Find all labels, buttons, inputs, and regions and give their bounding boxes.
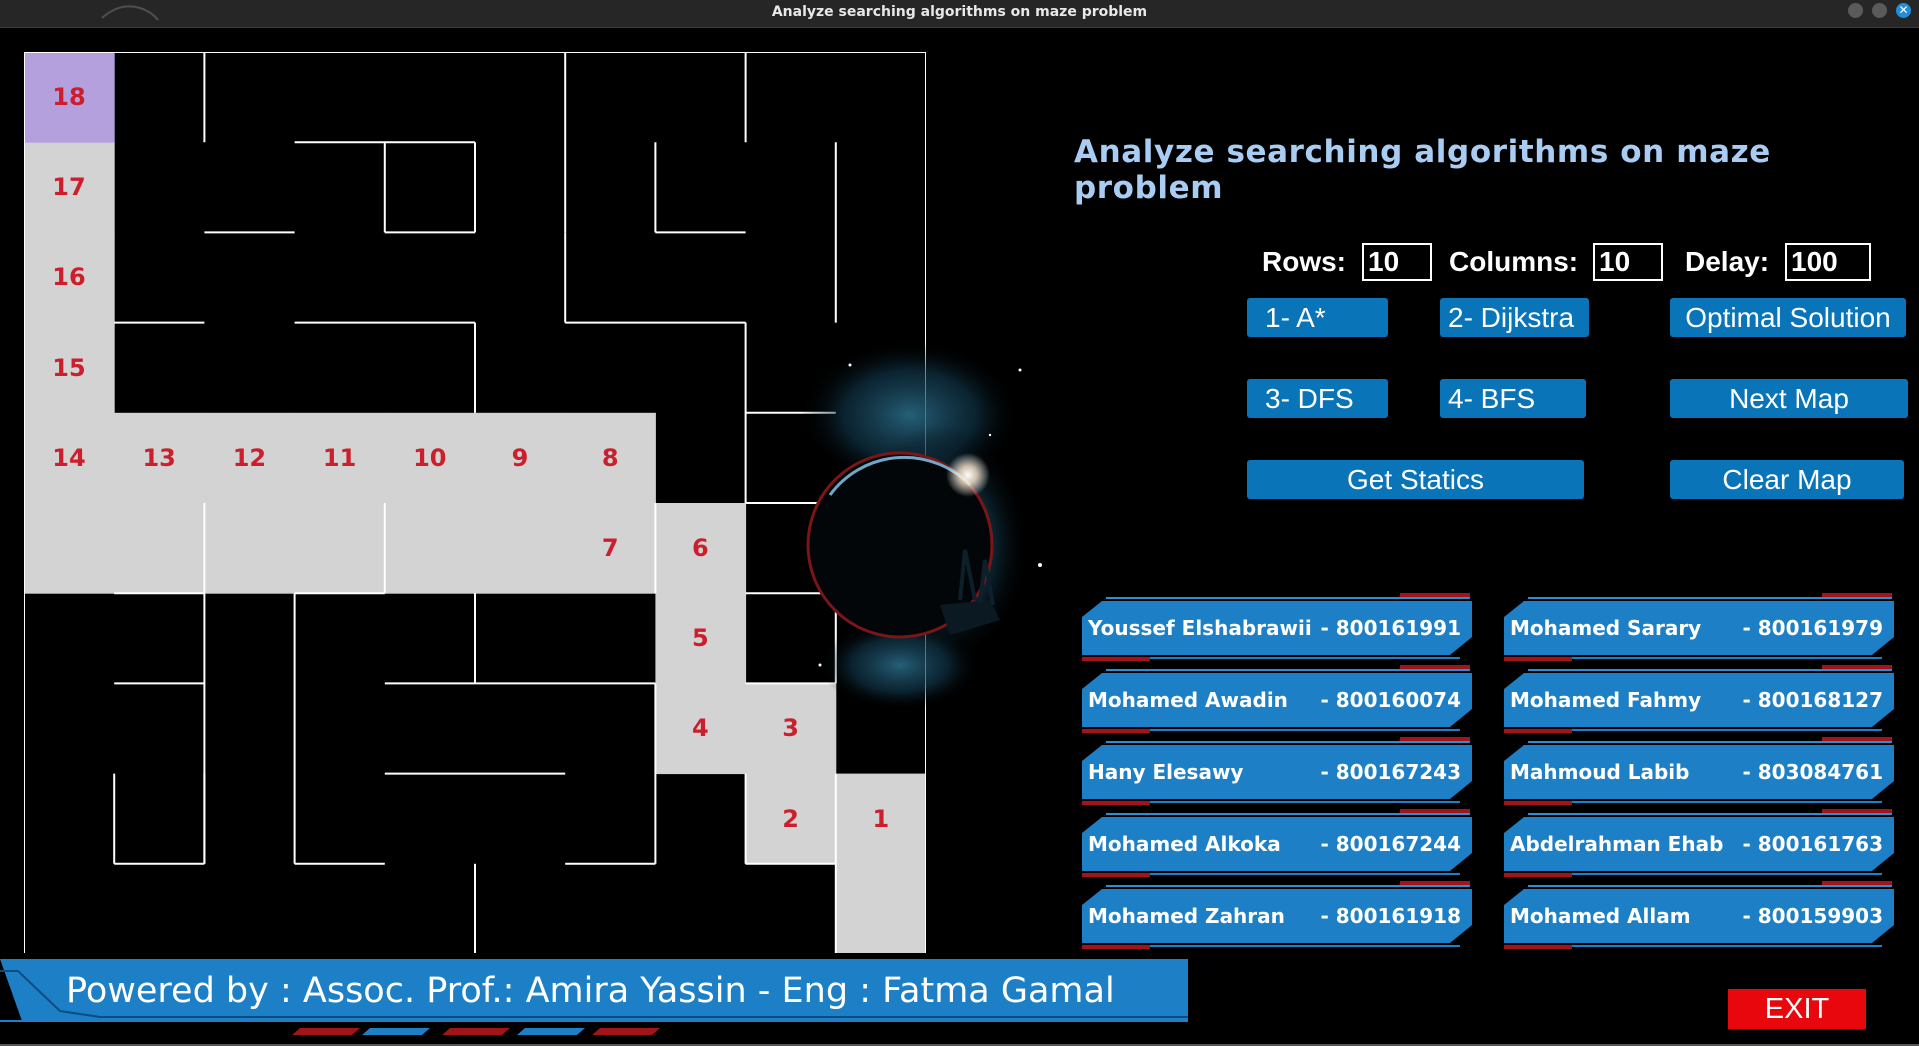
member-name: Mohamed Sarary [1510, 616, 1702, 640]
team-member-badge: Mohamed Allam - 800159903 [1502, 881, 1897, 949]
team-member-badge: Mohamed Sarary - 800161979 [1502, 593, 1897, 661]
member-name: Mohamed Awadin [1088, 688, 1288, 712]
delay-label: Delay: [1685, 246, 1770, 277]
rows-input[interactable] [1362, 243, 1432, 281]
path-step-label: 5 [692, 624, 709, 653]
member-name: Hany Elesawy [1088, 760, 1244, 784]
member-id: - 800168127 [1742, 688, 1883, 712]
path-step-label: 11 [322, 443, 357, 472]
member-id: - 800167244 [1320, 832, 1461, 856]
visited-cell [835, 863, 926, 953]
member-name: Mahmoud Labib [1510, 760, 1690, 784]
app-heading: Analyze searching algorithms on maze pro… [1074, 134, 1771, 206]
member-id: - 800161918 [1320, 904, 1461, 928]
window-titlebar: Analyze searching algorithms on maze pro… [0, 0, 1919, 28]
columns-input[interactable] [1593, 243, 1663, 281]
team-member-badge: Mohamed Alkoka - 800167244 [1080, 809, 1475, 877]
path-step-label: 12 [232, 443, 267, 472]
astar-button[interactable]: 1- A* [1247, 298, 1388, 337]
member-id: - 800167243 [1320, 760, 1461, 784]
path-step-label: 2 [782, 804, 799, 833]
rows-label: Rows: [1262, 246, 1346, 277]
member-name: Mohamed Alkoka [1088, 832, 1281, 856]
path-step-label: 8 [601, 443, 619, 472]
member-name: Youssef Elshabrawii [1088, 616, 1312, 640]
exit-button[interactable]: EXIT [1728, 989, 1866, 1029]
dfs-button[interactable]: 3- DFS [1247, 379, 1388, 418]
path-step-label: 4 [692, 714, 709, 743]
team-member-badge: Mahmoud Labib - 803084761 [1502, 737, 1897, 805]
maximize-button[interactable] [1872, 3, 1887, 18]
footer-banner: Powered by : Assoc. Prof.: Amira Yassin … [0, 955, 1190, 1045]
path-step-label: 9 [511, 443, 529, 472]
visited-cell [24, 503, 115, 594]
bfs-button[interactable]: 4- BFS [1440, 379, 1586, 418]
visited-cell [294, 503, 386, 594]
member-name: Mohamed Allam [1510, 904, 1691, 928]
nebula-ship-image [800, 340, 1042, 710]
path-step-label: 10 [413, 443, 447, 472]
path-step-label: 6 [692, 534, 709, 562]
path-step-label: 15 [52, 353, 86, 382]
team-member-badge: Mohamed Awadin - 800160074 [1080, 665, 1475, 733]
member-id: - 800159903 [1742, 904, 1883, 928]
visited-cell [204, 503, 296, 594]
team-member-badge: Mohamed Zahran - 800161918 [1080, 881, 1475, 949]
member-id: - 800161979 [1742, 616, 1883, 640]
team-member-badge: Abdelrahman Ehab - 800161763 [1502, 809, 1897, 877]
clear-map-button[interactable]: Clear Map [1670, 460, 1904, 499]
path-step-label: 1 [872, 804, 890, 833]
path-step-label: 16 [52, 263, 86, 292]
member-name: Mohamed Zahran [1088, 904, 1285, 928]
close-window-button[interactable]: ✕ [1896, 3, 1911, 18]
window-title: Analyze searching algorithms on maze pro… [771, 4, 1148, 20]
path-step-label: 18 [52, 83, 86, 111]
team-member-badge: Mohamed Fahmy - 800168127 [1502, 665, 1897, 733]
delay-input[interactable] [1785, 243, 1871, 281]
member-id: - 800161991 [1320, 616, 1461, 640]
visited-cell [475, 503, 566, 594]
team-member-badge: Hany Elesawy - 800167243 [1080, 737, 1475, 805]
path-step-label: 17 [52, 173, 86, 202]
member-id: - 803084761 [1742, 760, 1883, 784]
footer-credits: Powered by : Assoc. Prof.: Amira Yassin … [66, 971, 1115, 1011]
dijkstra-button[interactable]: 2- Dijkstra [1440, 298, 1589, 337]
team-member-badge: Youssef Elshabrawii - 800161991 [1080, 593, 1475, 661]
path-step-label: 13 [142, 443, 176, 472]
member-name: Abdelrahman Ehab [1510, 832, 1724, 856]
next-map-button[interactable]: Next Map [1670, 379, 1908, 418]
minimize-button[interactable] [1848, 3, 1863, 18]
optimal-solution-button[interactable]: Optimal Solution [1670, 298, 1906, 337]
visited-cell [384, 503, 476, 594]
columns-label: Columns: [1449, 246, 1579, 277]
path-step-label: 14 [52, 443, 86, 472]
member-id: - 800160074 [1320, 688, 1461, 712]
path-step-label: 7 [601, 534, 619, 562]
member-id: - 800161763 [1742, 832, 1883, 856]
member-name: Mohamed Fahmy [1510, 688, 1702, 712]
visited-cell [114, 503, 205, 594]
get-statics-button[interactable]: Get Statics [1247, 460, 1584, 499]
